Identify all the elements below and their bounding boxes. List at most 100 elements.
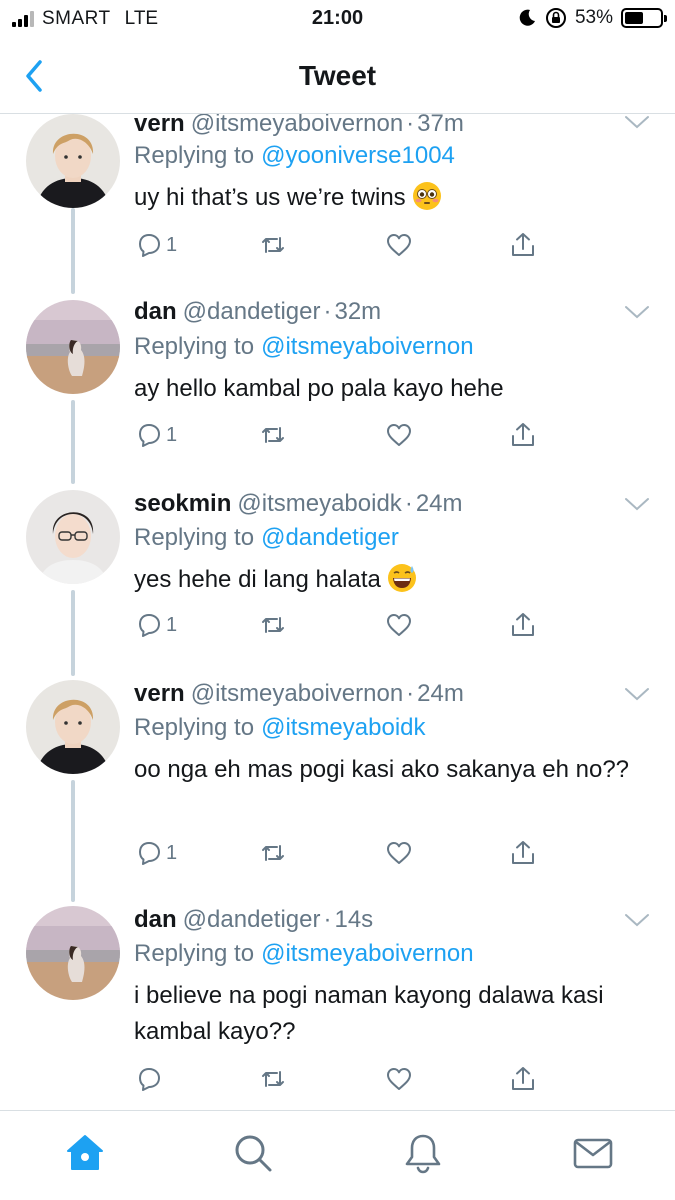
share-button[interactable] bbox=[508, 228, 538, 262]
share-icon bbox=[512, 423, 534, 446]
tweet-text: i believe na pogi naman kayong dalawa ka… bbox=[134, 982, 604, 1045]
tweet-time[interactable]: 37m bbox=[417, 114, 464, 137]
heart-icon bbox=[387, 842, 411, 864]
replying-to: Replying to @itsmeyaboivernon bbox=[134, 333, 474, 361]
reply-count: 1 bbox=[166, 613, 178, 636]
battery-level-fill bbox=[625, 12, 644, 24]
separator-dot: · bbox=[323, 298, 332, 325]
nav-bar: Tweet bbox=[0, 38, 675, 114]
share-button[interactable] bbox=[508, 418, 538, 452]
chevron-down-icon[interactable] bbox=[624, 496, 650, 512]
display-name[interactable]: dan bbox=[134, 906, 177, 933]
mention-link[interactable]: @dandetiger bbox=[261, 524, 399, 551]
tweet-header: dan @dandetiger · 32m bbox=[134, 298, 381, 326]
chevron-down-icon[interactable] bbox=[624, 686, 650, 702]
reply-button[interactable]: 1 bbox=[134, 608, 177, 642]
tweet[interactable]: seokmin @itsmeyaboidk · 24m Replying to @dan… bbox=[0, 484, 675, 676]
thread-line bbox=[71, 780, 75, 902]
tweet[interactable]: vern @itsmeyaboivernon · 37m Replying to @yo… bbox=[0, 114, 675, 294]
tweet[interactable]: vern @itsmeyaboivernon · 24m Replying to @it… bbox=[0, 676, 675, 902]
flushed-face-emoji bbox=[412, 182, 441, 210]
chevron-down-icon[interactable] bbox=[624, 114, 650, 130]
like-button[interactable] bbox=[384, 608, 414, 642]
tab-search[interactable] bbox=[231, 1131, 275, 1175]
retweet-button[interactable] bbox=[258, 608, 288, 642]
avatar[interactable] bbox=[26, 490, 120, 584]
page-title: Tweet bbox=[298, 60, 377, 91]
like-button[interactable] bbox=[384, 418, 414, 452]
display-name[interactable]: seokmin bbox=[134, 490, 231, 517]
reply-button[interactable]: 1 bbox=[134, 228, 177, 262]
tab-home[interactable] bbox=[63, 1131, 107, 1175]
retweet-button[interactable] bbox=[258, 836, 288, 870]
display-name[interactable]: vern bbox=[134, 114, 185, 137]
retweet-button[interactable] bbox=[258, 228, 288, 262]
retweet-button[interactable] bbox=[258, 418, 288, 452]
reply-count: 1 bbox=[166, 423, 178, 446]
retweet-icon bbox=[262, 845, 284, 861]
display-name[interactable]: dan bbox=[134, 298, 177, 325]
share-button[interactable] bbox=[508, 608, 538, 642]
like-button[interactable] bbox=[384, 836, 414, 870]
do-not-disturb-moon-icon bbox=[519, 9, 535, 26]
avatar[interactable] bbox=[26, 906, 120, 1000]
share-icon bbox=[512, 233, 534, 256]
reply-button[interactable] bbox=[134, 1062, 166, 1096]
tweet-actions bbox=[134, 1062, 554, 1096]
mention-link[interactable]: @itsmeyaboivernon bbox=[261, 940, 473, 967]
share-icon bbox=[512, 1067, 534, 1090]
reply-count: 1 bbox=[166, 233, 178, 256]
replying-to: Replying to @yooniverse1004 bbox=[134, 142, 455, 170]
mention-link[interactable]: @itsmeyaboidk bbox=[261, 714, 425, 741]
username[interactable]: @itsmeyaboivernon bbox=[191, 680, 403, 707]
tweet-actions: 1 bbox=[134, 836, 554, 870]
replying-to: Replying to @itsmeyaboidk bbox=[134, 714, 426, 742]
tweet-header: vern @itsmeyaboivernon · 37m bbox=[134, 114, 464, 138]
separator-dot: · bbox=[406, 680, 415, 707]
heart-icon bbox=[387, 234, 411, 256]
replying-to-label: Replying to bbox=[134, 524, 255, 551]
chevron-down-icon[interactable] bbox=[624, 912, 650, 928]
chevron-down-icon[interactable] bbox=[624, 304, 650, 320]
retweet-button[interactable] bbox=[258, 1062, 288, 1096]
replying-to: Replying to @dandetiger bbox=[134, 524, 399, 552]
tweet-header: vern @itsmeyaboivernon · 24m bbox=[134, 680, 464, 708]
tweet-header: seokmin @itsmeyaboidk · 24m bbox=[134, 490, 463, 518]
reply-button[interactable]: 1 bbox=[134, 418, 177, 452]
avatar[interactable] bbox=[26, 300, 120, 394]
mention-link[interactable]: @itsmeyaboivernon bbox=[261, 333, 473, 360]
reply-button[interactable]: 1 bbox=[134, 836, 177, 870]
tweet-actions: 1 bbox=[134, 418, 554, 452]
username[interactable]: @itsmeyaboidk bbox=[237, 490, 401, 517]
username[interactable]: @itsmeyaboivernon bbox=[191, 114, 403, 137]
tab-notifications[interactable] bbox=[401, 1131, 445, 1175]
tweet[interactable]: dan @dandetiger · 32m Replying to @itsmeyabo… bbox=[0, 294, 675, 484]
share-button[interactable] bbox=[508, 1062, 538, 1096]
orientation-lock-icon bbox=[545, 8, 566, 28]
tweet-time[interactable]: 24m bbox=[416, 490, 463, 517]
like-button[interactable] bbox=[384, 228, 414, 262]
username[interactable]: @dandetiger bbox=[183, 298, 321, 325]
tweet-actions: 1 bbox=[134, 608, 554, 642]
username[interactable]: @dandetiger bbox=[183, 906, 321, 933]
tweet[interactable]: dan @dandetiger · 14s Replying to @itsmeyabo… bbox=[0, 902, 675, 1110]
like-button[interactable] bbox=[384, 1062, 414, 1096]
status-right: 53% bbox=[517, 7, 667, 29]
tweet-text-content: uy hi that’s us we’re twins bbox=[134, 184, 406, 211]
display-name[interactable]: vern bbox=[134, 680, 185, 707]
tweet-time[interactable]: 24m bbox=[417, 680, 464, 707]
tab-messages[interactable] bbox=[571, 1131, 615, 1175]
mention-link[interactable]: @yooniverse1004 bbox=[261, 142, 455, 169]
grinning-sweat-emoji bbox=[387, 564, 416, 592]
tweet-time[interactable]: 32m bbox=[334, 298, 381, 325]
share-button[interactable] bbox=[508, 836, 538, 870]
avatar[interactable] bbox=[26, 680, 120, 774]
tweet-text: uy hi that’s us we’re twins bbox=[134, 180, 644, 216]
heart-icon bbox=[387, 614, 411, 636]
tweet-time[interactable]: 14s bbox=[334, 906, 373, 933]
separator-dot: · bbox=[404, 490, 413, 517]
battery-icon bbox=[621, 8, 667, 28]
tweet-text-content: yes hehe di lang halata bbox=[134, 566, 381, 593]
avatar[interactable] bbox=[26, 114, 120, 208]
retweet-icon bbox=[262, 617, 284, 633]
